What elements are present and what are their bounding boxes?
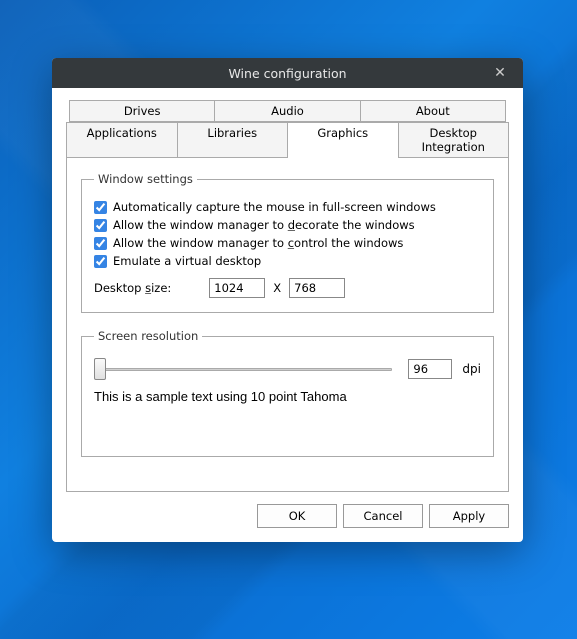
capture-mouse-checkbox[interactable] bbox=[94, 201, 107, 214]
tab-about[interactable]: About bbox=[361, 100, 506, 122]
ok-button[interactable]: OK bbox=[257, 504, 337, 528]
size-separator: X bbox=[273, 281, 281, 295]
window-settings-legend: Window settings bbox=[94, 172, 197, 186]
apply-button[interactable]: Apply bbox=[429, 504, 509, 528]
control-windows-checkbox[interactable] bbox=[94, 237, 107, 250]
cancel-button[interactable]: Cancel bbox=[343, 504, 423, 528]
decorate-windows-row[interactable]: Allow the window manager to decorate the… bbox=[94, 218, 481, 232]
graphics-panel: Window settings Automatically capture th… bbox=[66, 157, 509, 492]
window-title: Wine configuration bbox=[52, 66, 523, 81]
tab-applications[interactable]: Applications bbox=[66, 122, 178, 157]
tab-control: Drives Audio About Applications Librarie… bbox=[66, 100, 509, 157]
screen-resolution-legend: Screen resolution bbox=[94, 329, 202, 343]
window-settings-group: Window settings Automatically capture th… bbox=[81, 172, 494, 313]
desktop-width-input[interactable] bbox=[209, 278, 265, 298]
wine-config-window: Wine configuration ✕ Drives Audio About … bbox=[52, 58, 523, 542]
titlebar[interactable]: Wine configuration ✕ bbox=[52, 58, 523, 88]
emulate-desktop-row[interactable]: Emulate a virtual desktop bbox=[94, 254, 481, 268]
tab-libraries[interactable]: Libraries bbox=[178, 122, 289, 157]
dpi-input[interactable] bbox=[408, 359, 452, 379]
capture-mouse-row[interactable]: Automatically capture the mouse in full-… bbox=[94, 200, 481, 214]
desktop-size-label: Desktop size: bbox=[94, 281, 171, 295]
sample-text: This is a sample text using 10 point Tah… bbox=[94, 389, 481, 404]
screen-resolution-group: Screen resolution dpi This is a sample t… bbox=[81, 329, 494, 457]
desktop-height-input[interactable] bbox=[289, 278, 345, 298]
capture-mouse-label: Automatically capture the mouse in full-… bbox=[113, 200, 436, 214]
slider-groove bbox=[100, 368, 392, 371]
tab-drives[interactable]: Drives bbox=[69, 100, 215, 122]
dpi-unit-label: dpi bbox=[462, 362, 481, 376]
client-area: Drives Audio About Applications Librarie… bbox=[52, 88, 523, 542]
tab-audio[interactable]: Audio bbox=[215, 100, 360, 122]
close-icon[interactable]: ✕ bbox=[485, 58, 515, 88]
dpi-slider[interactable] bbox=[94, 357, 398, 381]
dialog-buttons: OK Cancel Apply bbox=[66, 504, 509, 528]
control-windows-label: Allow the window manager to control the … bbox=[113, 236, 403, 250]
dpi-row: dpi bbox=[94, 357, 481, 381]
decorate-windows-label: Allow the window manager to decorate the… bbox=[113, 218, 415, 232]
tab-graphics[interactable]: Graphics bbox=[288, 122, 399, 158]
tab-desktop-integration[interactable]: Desktop Integration bbox=[399, 122, 510, 157]
slider-thumb[interactable] bbox=[94, 358, 106, 380]
desktop-size-row: Desktop size: X bbox=[94, 278, 481, 298]
decorate-windows-checkbox[interactable] bbox=[94, 219, 107, 232]
emulate-desktop-checkbox[interactable] bbox=[94, 255, 107, 268]
control-windows-row[interactable]: Allow the window manager to control the … bbox=[94, 236, 481, 250]
emulate-desktop-label: Emulate a virtual desktop bbox=[113, 254, 261, 268]
